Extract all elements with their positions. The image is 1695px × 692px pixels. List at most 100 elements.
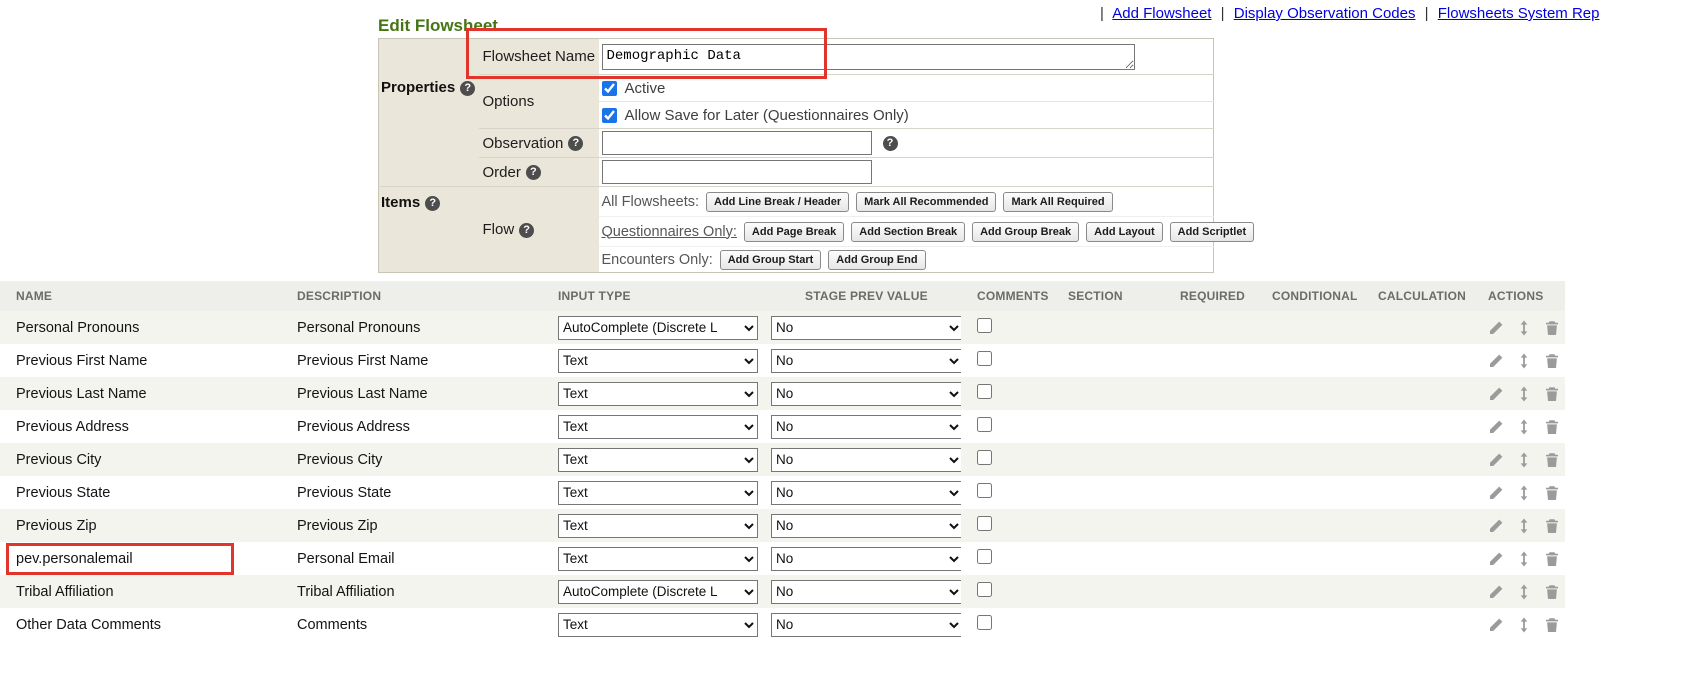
- comments-checkbox[interactable]: [977, 615, 992, 630]
- add-layout-button[interactable]: Add Layout: [1086, 222, 1163, 242]
- input-type-select[interactable]: Text: [558, 415, 758, 439]
- delete-trash-icon[interactable]: [1544, 320, 1560, 336]
- cell-conditional: [1256, 311, 1362, 344]
- delete-trash-icon[interactable]: [1544, 584, 1560, 600]
- input-type-select[interactable]: Text: [558, 481, 758, 505]
- add-page-break-button[interactable]: Add Page Break: [744, 222, 844, 242]
- move-up-down-icon[interactable]: [1516, 452, 1532, 468]
- delete-trash-icon[interactable]: [1544, 518, 1560, 534]
- move-up-down-icon[interactable]: [1516, 320, 1532, 336]
- mark-all-required-button[interactable]: Mark All Required: [1003, 192, 1112, 212]
- comments-checkbox[interactable]: [977, 516, 992, 531]
- move-up-down-icon[interactable]: [1516, 386, 1532, 402]
- delete-trash-icon[interactable]: [1544, 386, 1560, 402]
- edit-pencil-icon[interactable]: [1488, 353, 1504, 369]
- move-up-down-icon[interactable]: [1516, 518, 1532, 534]
- comments-checkbox[interactable]: [977, 483, 992, 498]
- cell-input-type: Text: [542, 476, 766, 509]
- table-row: Previous City Previous City Text No: [0, 443, 1565, 476]
- input-type-select[interactable]: Text: [558, 349, 758, 373]
- move-up-down-icon[interactable]: [1516, 617, 1532, 633]
- comments-checkbox[interactable]: [977, 384, 992, 399]
- input-type-select[interactable]: Text: [558, 547, 758, 571]
- add-group-break-button[interactable]: Add Group Break: [972, 222, 1079, 242]
- link-flowsheets-system-report[interactable]: Flowsheets System Rep: [1438, 5, 1600, 22]
- move-up-down-icon[interactable]: [1516, 353, 1532, 369]
- observation-help-icon[interactable]: [883, 136, 898, 151]
- comments-checkbox[interactable]: [977, 549, 992, 564]
- stage-prev-value-select[interactable]: No: [771, 415, 961, 439]
- move-up-down-icon[interactable]: [1516, 551, 1532, 567]
- stage-prev-value-select[interactable]: No: [771, 547, 961, 571]
- delete-trash-icon[interactable]: [1544, 452, 1560, 468]
- properties-help-icon[interactable]: [460, 81, 475, 96]
- active-checkbox[interactable]: [602, 81, 617, 96]
- column-header-actions: ACTIONS: [1472, 281, 1565, 311]
- input-type-select[interactable]: Text: [558, 514, 758, 538]
- stage-prev-value-select[interactable]: No: [771, 382, 961, 406]
- move-up-down-icon[interactable]: [1516, 485, 1532, 501]
- input-type-select[interactable]: Text: [558, 613, 758, 637]
- cell-input-type: Text: [542, 542, 766, 575]
- comments-checkbox[interactable]: [977, 417, 992, 432]
- edit-pencil-icon[interactable]: [1488, 584, 1504, 600]
- edit-pencil-icon[interactable]: [1488, 419, 1504, 435]
- cell-name: pev.personalemail: [0, 542, 281, 575]
- observation-label-help-icon[interactable]: [568, 136, 583, 151]
- delete-trash-icon[interactable]: [1544, 353, 1560, 369]
- edit-pencil-icon[interactable]: [1488, 518, 1504, 534]
- move-up-down-icon[interactable]: [1516, 419, 1532, 435]
- items-help-icon[interactable]: [425, 196, 440, 211]
- cell-stage-prev-value: No: [766, 575, 961, 608]
- observation-input[interactable]: [602, 131, 872, 155]
- table-header-row: NAME DESCRIPTION INPUT TYPE STAGE PREV V…: [0, 281, 1565, 311]
- edit-pencil-icon[interactable]: [1488, 485, 1504, 501]
- flowsheet-name-input[interactable]: Demographic Data: [602, 44, 1135, 70]
- comments-checkbox[interactable]: [977, 582, 992, 597]
- cell-description: Tribal Affiliation: [281, 575, 542, 608]
- cell-actions: [1472, 344, 1565, 377]
- input-type-select[interactable]: Text: [558, 448, 758, 472]
- column-header-conditional: CONDITIONAL: [1256, 281, 1362, 311]
- mark-all-recommended-button[interactable]: Mark All Recommended: [856, 192, 996, 212]
- link-display-observation-codes[interactable]: Display Observation Codes: [1234, 5, 1416, 22]
- add-line-break-header-button[interactable]: Add Line Break / Header: [706, 192, 849, 212]
- edit-pencil-icon[interactable]: [1488, 386, 1504, 402]
- stage-prev-value-select[interactable]: No: [771, 349, 961, 373]
- allow-save-checkbox[interactable]: [602, 108, 617, 123]
- input-type-select[interactable]: Text: [558, 382, 758, 406]
- stage-prev-value-select[interactable]: No: [771, 316, 961, 340]
- cell-description: Previous State: [281, 476, 542, 509]
- cell-section: [1052, 311, 1164, 344]
- add-section-break-button[interactable]: Add Section Break: [851, 222, 965, 242]
- input-type-select[interactable]: AutoComplete (Discrete L: [558, 316, 758, 340]
- order-help-icon[interactable]: [526, 165, 541, 180]
- edit-pencil-icon[interactable]: [1488, 320, 1504, 336]
- input-type-select[interactable]: AutoComplete (Discrete L: [558, 580, 758, 604]
- cell-comments: [961, 311, 1052, 344]
- delete-trash-icon[interactable]: [1544, 419, 1560, 435]
- add-scriptlet-button[interactable]: Add Scriptlet: [1170, 222, 1254, 242]
- stage-prev-value-select[interactable]: No: [771, 514, 961, 538]
- flow-help-icon[interactable]: [519, 223, 534, 238]
- edit-pencil-icon[interactable]: [1488, 452, 1504, 468]
- comments-checkbox[interactable]: [977, 351, 992, 366]
- order-label: Order: [483, 164, 521, 181]
- stage-prev-value-select[interactable]: No: [771, 580, 961, 604]
- delete-trash-icon[interactable]: [1544, 617, 1560, 633]
- comments-checkbox[interactable]: [977, 450, 992, 465]
- add-group-start-button[interactable]: Add Group Start: [720, 250, 822, 270]
- order-input[interactable]: [602, 160, 872, 184]
- move-up-down-icon[interactable]: [1516, 584, 1532, 600]
- stage-prev-value-select[interactable]: No: [771, 448, 961, 472]
- add-group-end-button[interactable]: Add Group End: [828, 250, 925, 270]
- delete-trash-icon[interactable]: [1544, 485, 1560, 501]
- delete-trash-icon[interactable]: [1544, 551, 1560, 567]
- stage-prev-value-select[interactable]: No: [771, 481, 961, 505]
- cell-actions: [1472, 509, 1565, 542]
- edit-pencil-icon[interactable]: [1488, 617, 1504, 633]
- edit-pencil-icon[interactable]: [1488, 551, 1504, 567]
- stage-prev-value-select[interactable]: No: [771, 613, 961, 637]
- cell-conditional: [1256, 443, 1362, 476]
- comments-checkbox[interactable]: [977, 318, 992, 333]
